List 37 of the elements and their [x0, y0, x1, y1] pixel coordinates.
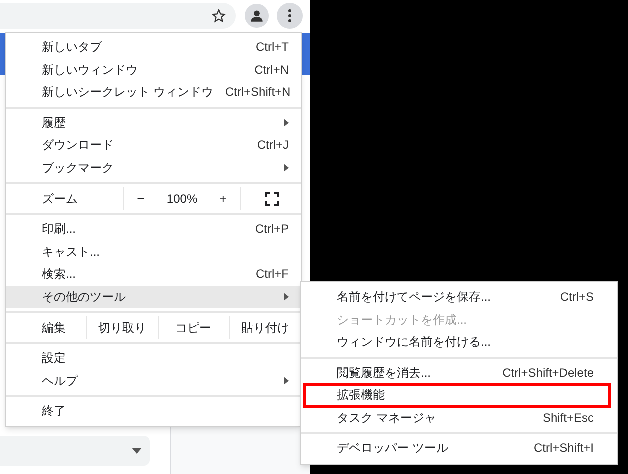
shortcut-text: Ctrl+J	[257, 137, 289, 154]
menu-item[interactable]: ダウンロード Ctrl+J	[6, 134, 301, 156]
menu-item[interactable]: ヘルプ	[6, 370, 301, 392]
menu-item[interactable]: 名前を付けてページを保存... Ctrl+S	[301, 286, 617, 308]
menu-item[interactable]: 設定	[6, 347, 301, 370]
edit-button[interactable]: 切り取り	[87, 316, 159, 339]
menu-item[interactable]: 新しいタブ Ctrl+T	[6, 36, 301, 58]
menu-item[interactable]: タスク マネージャ Shift+Esc	[301, 406, 617, 429]
menu-item[interactable]: 拡張機能	[301, 384, 617, 406]
shortcut-text: Ctrl+Shift+Delete	[502, 364, 594, 382]
menu-item[interactable]: 印刷... Ctrl+P	[6, 218, 301, 240]
zoom-label: ズーム	[42, 190, 78, 208]
menu-item[interactable]: キャスト...	[6, 240, 301, 263]
shortcut-text: Ctrl+S	[560, 289, 594, 306]
shortcut-text: Ctrl+P	[255, 221, 289, 238]
menu-item[interactable]: その他のツール	[6, 286, 301, 308]
shortcut-text: Ctrl+Shift+N	[225, 84, 291, 102]
edit-button[interactable]: 貼り付け	[230, 316, 301, 339]
shortcut-text: Ctrl+Shift+I	[534, 440, 594, 458]
menu-item[interactable]: 検索... Ctrl+F	[6, 263, 301, 286]
menu-item[interactable]: デベロッパー ツール Ctrl+Shift+I	[301, 437, 617, 460]
zoom-level: 100%	[166, 190, 198, 208]
shortcut-text: Shift+Esc	[542, 410, 594, 427]
edit-label: 編集	[42, 320, 66, 336]
menu-item[interactable]: 終了	[6, 400, 301, 422]
shortcut-text: Ctrl+T	[256, 39, 289, 56]
menu-item[interactable]: 閲覧履歴を消去... Ctrl+Shift+Delete	[301, 362, 617, 384]
shortcut-text: Ctrl+F	[256, 266, 289, 284]
menu-item[interactable]: 履歴	[6, 112, 301, 134]
menu-item[interactable]: 新しいウィンドウ Ctrl+N	[6, 58, 301, 81]
shortcut-text: Ctrl+N	[254, 62, 289, 79]
edit-button[interactable]: コピー	[158, 316, 230, 339]
menu-item[interactable]: 新しいシークレット ウィンドウ Ctrl+Shift+N	[6, 81, 301, 104]
zoom-in-button[interactable]: +	[216, 190, 231, 208]
menu-item[interactable]: ウィンドウに名前を付ける...	[301, 331, 617, 354]
menu-item[interactable]: ブックマーク	[6, 156, 301, 179]
zoom-out-button[interactable]: −	[133, 188, 149, 208]
